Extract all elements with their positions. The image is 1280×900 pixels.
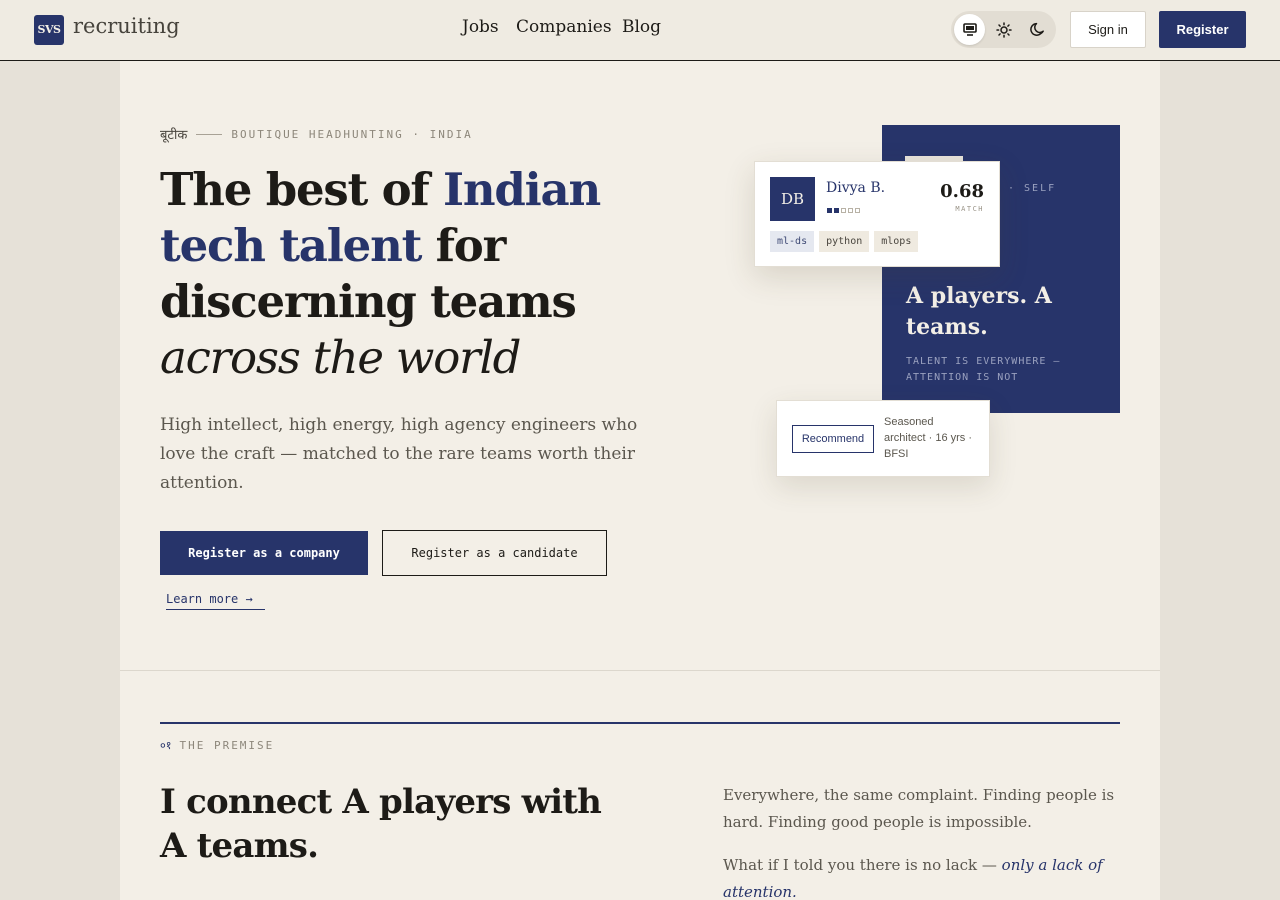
theme-dark-button[interactable] — [1022, 14, 1053, 45]
sun-icon — [995, 21, 1012, 38]
learn-more-link[interactable]: Learn more → — [166, 592, 265, 610]
rating-dot — [848, 208, 853, 213]
logo-mark[interactable]: SVS — [34, 15, 64, 45]
nav-companies[interactable]: Companies — [516, 17, 612, 37]
premise-rule — [160, 722, 1120, 724]
recommend-card: Recommend Seasoned architect · 16 yrs · … — [776, 400, 990, 477]
premise-paragraph-2: What if I told you there is no lack — on… — [723, 852, 1123, 900]
hero-eyebrow: बूटीक BOUTIQUE HEADHUNTING · INDIA — [160, 125, 473, 144]
hero-title-part-1: The best of — [160, 163, 444, 216]
moon-icon — [1030, 22, 1045, 37]
premise-title: I connect A players with A teams. — [160, 782, 602, 866]
hero-title-italic: across the world — [160, 331, 521, 384]
theme-toggle — [951, 11, 1056, 48]
brand-card-label: · SELF — [1008, 183, 1057, 194]
theme-system-button[interactable] — [954, 14, 985, 45]
rating-dot — [855, 208, 860, 213]
main-panel: बूटीक BOUTIQUE HEADHUNTING · INDIA The b… — [120, 61, 1160, 900]
premise-paragraph-2-text: What if I told you there is no lack — — [723, 856, 1002, 874]
rating-dot — [841, 208, 846, 213]
rating-dot — [827, 208, 832, 213]
recommend-button[interactable]: Recommend — [792, 425, 874, 453]
hero-title: The best of Indian tech talent for disce… — [160, 162, 680, 386]
premise-label: ०१ THE PREMISE — [160, 738, 274, 753]
rating-dot — [834, 208, 839, 213]
skill-tag: ml-ds — [770, 231, 815, 252]
premise-paragraph-1: Everywhere, the same complaint. Finding … — [723, 786, 1115, 831]
premise-number: ०१ — [160, 739, 172, 752]
avatar: DB — [770, 177, 815, 221]
premise-label-text: THE PREMISE — [179, 739, 275, 752]
candidate-rating — [827, 208, 860, 213]
logo-wordmark[interactable]: recruiting — [73, 14, 180, 38]
eyebrow-hindi: बूटीक — [160, 128, 188, 143]
nav-jobs[interactable]: Jobs — [462, 17, 499, 37]
skill-tag: python — [819, 231, 870, 252]
match-score: 0.68 — [940, 181, 984, 202]
site-header: SVS recruiting Jobs Companies Blog Sign … — [0, 0, 1280, 61]
register-candidate-button[interactable]: Register as a candidate — [382, 530, 607, 576]
section-divider — [120, 670, 1160, 671]
candidate-name: Divya B. — [826, 180, 886, 196]
register-company-button[interactable]: Register as a company — [160, 531, 368, 575]
hero-subtitle: High intellect, high energy, high agency… — [160, 415, 638, 493]
match-label: MATCH — [955, 205, 984, 213]
brand-card-headline: A players. A teams. — [906, 283, 1052, 340]
skill-tags: ml-ds python mlops — [770, 231, 919, 252]
sign-in-button[interactable]: Sign in — [1070, 11, 1146, 48]
skill-tag: mlops — [874, 231, 919, 252]
eyebrow-dash — [196, 133, 223, 135]
monitor-icon — [962, 23, 977, 36]
brand-card-tagline: TALENT IS EVERYWHERE — ATTENTION IS NOT — [906, 356, 1061, 383]
recommend-description: Seasoned architect · 16 yrs · BFSI — [884, 416, 973, 460]
nav-blog[interactable]: Blog — [622, 17, 661, 37]
eyebrow-text: BOUTIQUE HEADHUNTING · INDIA — [231, 127, 473, 141]
candidate-card: DB Divya B. 0.68 MATCH ml-ds python mlop… — [754, 161, 1000, 267]
register-button[interactable]: Register — [1159, 11, 1246, 48]
theme-light-button[interactable] — [988, 14, 1019, 45]
